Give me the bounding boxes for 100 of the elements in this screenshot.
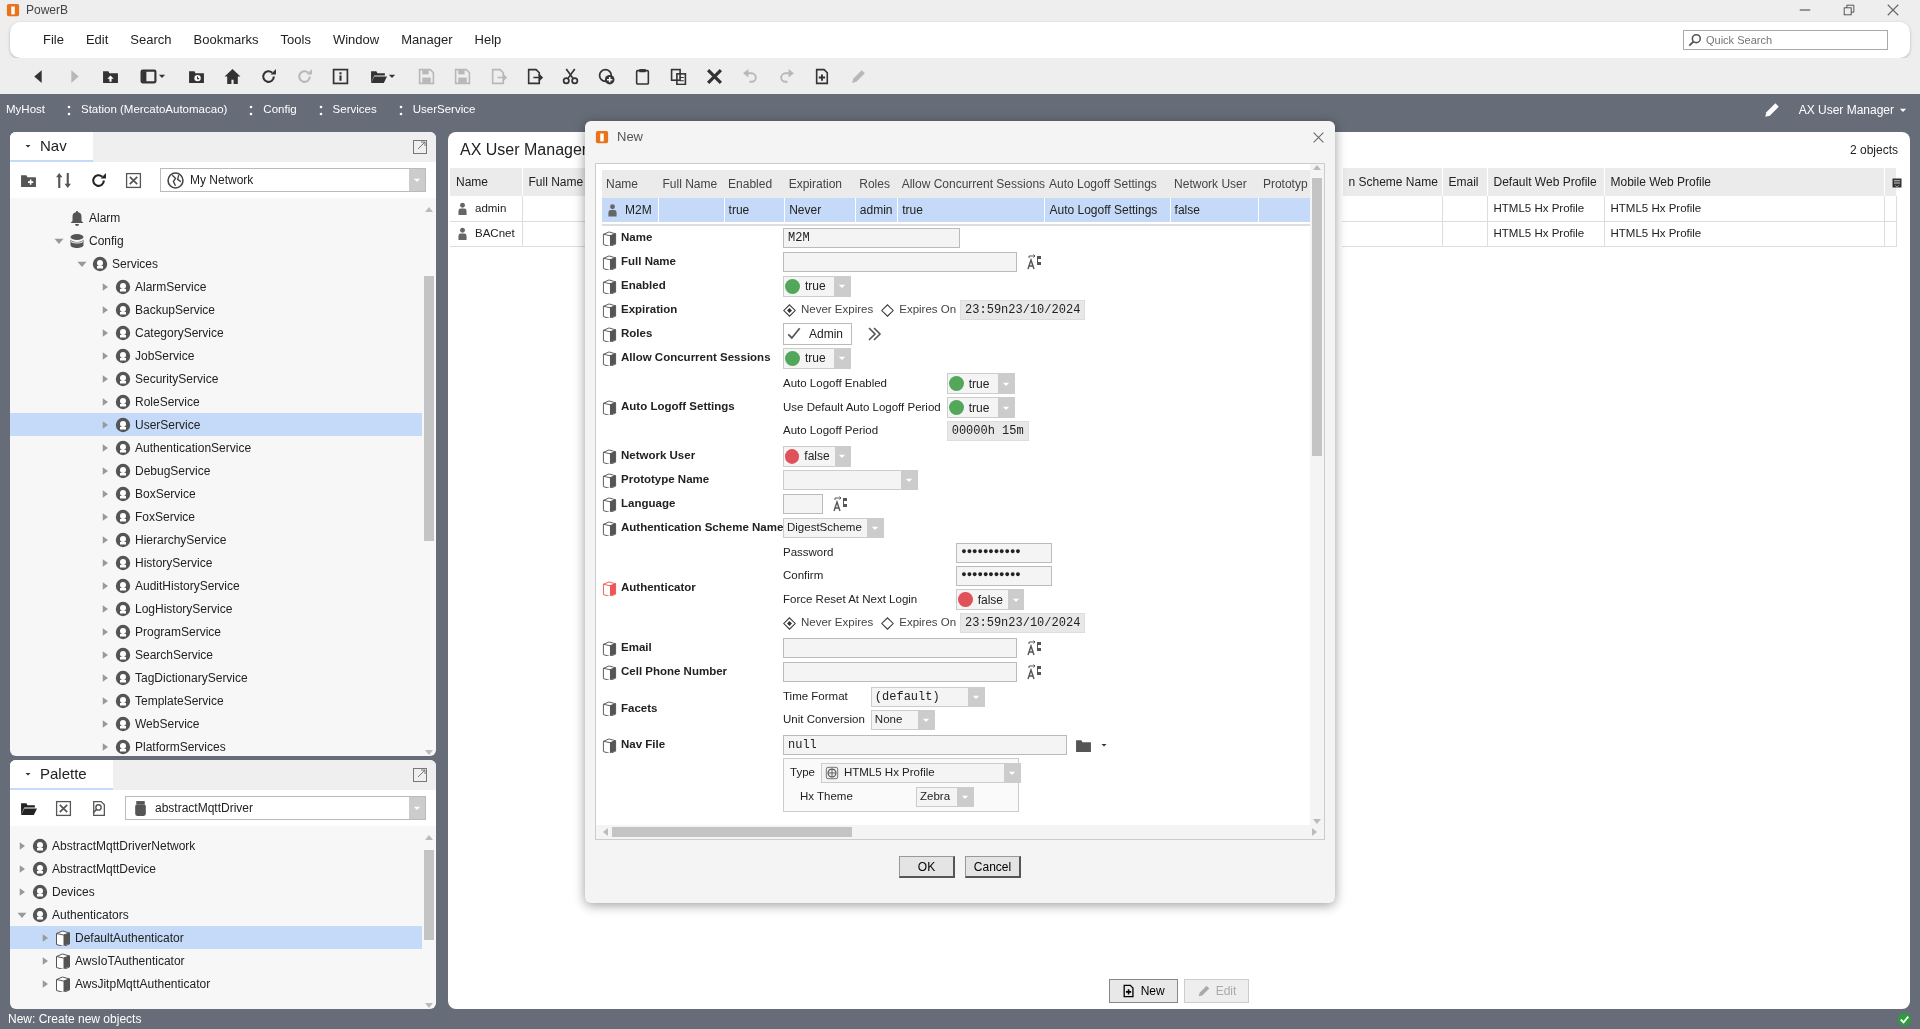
breadcrumb-link[interactable]: Services xyxy=(332,101,377,119)
tree-item[interactable]: ProgramService xyxy=(10,620,422,643)
tree-item[interactable]: SecurityService xyxy=(10,367,422,390)
clipboard-icon[interactable] xyxy=(633,67,651,85)
date-field[interactable]: 23:59n23/10/2024 xyxy=(960,300,1086,320)
scrollbar-thumb[interactable] xyxy=(612,827,852,837)
text-swap-icon[interactable] xyxy=(1027,254,1043,270)
scrollbar-thumb[interactable] xyxy=(424,850,434,940)
tree-item[interactable]: Config xyxy=(10,229,422,252)
document-icon[interactable] xyxy=(525,67,543,85)
tree-item[interactable]: HierarchyService xyxy=(10,528,422,551)
tree-item[interactable]: Alarm xyxy=(10,206,422,229)
info-icon[interactable] xyxy=(331,67,349,85)
column-header[interactable]: Prototyp xyxy=(1258,170,1310,198)
text-field[interactable] xyxy=(783,252,1017,272)
menu-item[interactable]: Edit xyxy=(74,30,120,50)
breadcrumb-link[interactable]: Station (MercatoAutomacao) xyxy=(81,101,228,119)
tree-item[interactable]: TagDictionaryService xyxy=(10,666,422,689)
tree-item[interactable]: BoxService xyxy=(10,482,422,505)
boolean-dropdown[interactable]: true xyxy=(783,275,851,297)
boolean-dropdown[interactable]: true xyxy=(783,347,851,369)
tree-item[interactable]: Services xyxy=(10,252,422,275)
dropdown[interactable]: (default) xyxy=(870,687,985,707)
text-field[interactable] xyxy=(783,638,1017,658)
close-icon[interactable] xyxy=(1312,130,1325,144)
panel-tab[interactable]: Palette xyxy=(10,760,113,790)
tree-item[interactable]: HistoryService xyxy=(10,551,422,574)
menu-item[interactable]: Window xyxy=(321,30,391,50)
search-icon[interactable] xyxy=(90,799,107,817)
maximize-icon[interactable] xyxy=(412,139,428,155)
column-header[interactable]: Enabled xyxy=(724,170,785,198)
dropdown[interactable]: abstractMqttDriver xyxy=(125,796,426,820)
menu-item[interactable]: Bookmarks xyxy=(182,30,270,50)
text-swap-icon[interactable] xyxy=(1027,664,1043,680)
column-header[interactable]: Default Web Profile xyxy=(1487,168,1604,196)
tree-item[interactable]: AlarmService xyxy=(10,275,422,298)
tree-item[interactable]: AwsJitpMqttAuthenticator xyxy=(10,972,422,995)
tree-item[interactable]: DefaultAuthenticator xyxy=(10,926,422,949)
toolbar-button[interactable]: New xyxy=(1108,979,1178,1003)
text-field[interactable]: null xyxy=(783,735,1067,755)
menu-item[interactable]: Tools xyxy=(269,30,322,50)
radio-button[interactable] xyxy=(783,616,796,630)
scroll-left-icon[interactable] xyxy=(602,828,608,836)
tree-item[interactable]: LogHistoryService xyxy=(10,597,422,620)
dropdown[interactable]: My Network xyxy=(160,168,426,192)
tree-item[interactable]: DebugService xyxy=(10,459,422,482)
column-header[interactable]: Expiration xyxy=(784,170,856,198)
text-swap-icon[interactable] xyxy=(833,496,849,512)
copy-icon[interactable] xyxy=(669,67,687,85)
menu-item[interactable]: Manager xyxy=(390,30,464,50)
refresh-icon[interactable] xyxy=(90,171,107,189)
column-header[interactable]: Mobile Web Profile xyxy=(1604,168,1884,196)
columns-icon[interactable] xyxy=(1890,176,1903,189)
tree-item[interactable]: AbstractMqttDevice xyxy=(10,857,422,880)
tree-item[interactable]: RoleService xyxy=(10,390,422,413)
boolean-dropdown[interactable]: false xyxy=(956,589,1025,610)
dropdown[interactable]: None xyxy=(870,710,935,730)
password-field[interactable]: ●●●●●●●●●●● xyxy=(956,543,1053,563)
tree-item[interactable]: PlatformServices xyxy=(10,735,422,756)
menu-item[interactable]: Search xyxy=(119,30,183,50)
menu-item[interactable]: File xyxy=(32,30,75,50)
column-header[interactable]: Roles xyxy=(855,170,898,198)
view-selector[interactable]: AX User Manager xyxy=(1798,101,1894,119)
tree-item[interactable]: Devices xyxy=(10,880,422,903)
radio-button[interactable] xyxy=(783,303,796,317)
breadcrumb-link[interactable]: MyHost xyxy=(6,101,45,119)
scrollbar-thumb[interactable] xyxy=(424,276,434,541)
column-header[interactable]: Name xyxy=(450,168,522,196)
home-icon[interactable] xyxy=(223,67,241,85)
scroll-up-icon[interactable] xyxy=(1313,164,1321,170)
column-header[interactable]: Network User xyxy=(1170,170,1259,198)
add-icon[interactable] xyxy=(597,67,615,85)
close-icon[interactable] xyxy=(125,171,142,189)
maximize-icon[interactable] xyxy=(412,767,428,783)
breadcrumb-link[interactable]: Config xyxy=(263,101,297,119)
breadcrumb-link[interactable]: UserService xyxy=(412,101,476,119)
cut-icon[interactable] xyxy=(561,67,579,85)
close-icon[interactable] xyxy=(55,799,72,817)
scroll-up-icon[interactable] xyxy=(425,834,433,840)
scrollbar-thumb[interactable] xyxy=(1312,178,1322,456)
column-header[interactable]: Email xyxy=(1442,168,1487,196)
boolean-dropdown[interactable]: false xyxy=(783,445,851,467)
tree-item[interactable]: AbstractMqttDriverNetwork xyxy=(10,834,422,857)
column-header[interactable]: Name xyxy=(602,170,659,198)
tree-item[interactable]: AuthenticationService xyxy=(10,436,422,459)
refresh-icon[interactable] xyxy=(259,67,277,85)
double-chevron-icon[interactable] xyxy=(866,326,882,342)
tree-item[interactable]: TemplateService xyxy=(10,689,422,712)
tree-item[interactable]: Authenticators xyxy=(10,903,422,926)
text-field[interactable] xyxy=(783,662,1017,682)
column-header[interactable]: Auto Logoff Settings xyxy=(1045,170,1171,198)
date-field[interactable]: 23:59n23/10/2024 xyxy=(960,613,1086,633)
menu-item[interactable]: Help xyxy=(463,30,513,50)
restore-icon[interactable] xyxy=(1842,3,1856,17)
caret-icon[interactable] xyxy=(1100,741,1108,749)
delete-icon[interactable] xyxy=(705,67,723,85)
panel-tab[interactable]: Nav xyxy=(10,132,93,162)
dropdown[interactable] xyxy=(783,470,918,490)
window-icon[interactable] xyxy=(139,67,157,85)
duration-field[interactable]: 00000h 15m xyxy=(946,421,1029,441)
